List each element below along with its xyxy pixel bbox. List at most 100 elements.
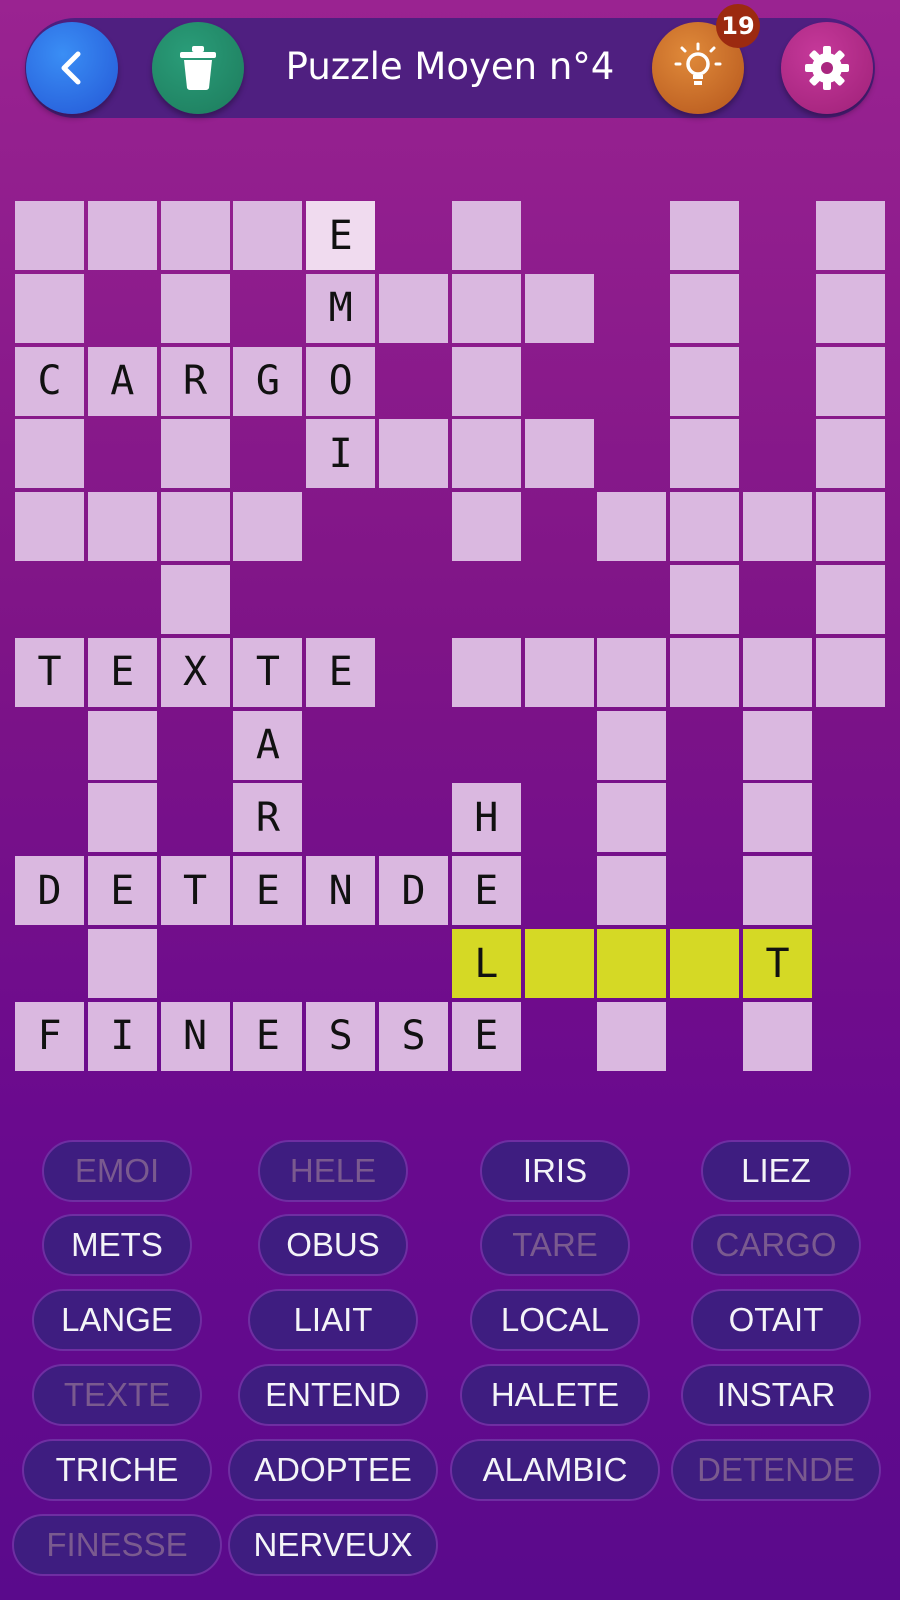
grid-cell[interactable] bbox=[233, 492, 303, 562]
grid-cell[interactable]: H bbox=[451, 783, 521, 853]
grid-cell[interactable] bbox=[597, 856, 667, 926]
grid-cell[interactable] bbox=[451, 637, 521, 707]
grid-cell[interactable] bbox=[815, 492, 885, 562]
grid-cell[interactable] bbox=[597, 1001, 667, 1071]
grid-cell[interactable] bbox=[379, 419, 448, 489]
grid-cell[interactable] bbox=[815, 637, 885, 707]
grid-cell[interactable] bbox=[743, 710, 812, 780]
grid-cell[interactable] bbox=[815, 419, 885, 489]
grid-cell[interactable] bbox=[670, 492, 740, 562]
grid-cell[interactable]: E bbox=[233, 1001, 303, 1071]
grid-cell[interactable]: E bbox=[87, 856, 157, 926]
grid-cell[interactable]: N bbox=[306, 856, 376, 926]
word-chip[interactable]: ADOPTEE bbox=[228, 1439, 438, 1501]
grid-cell[interactable]: O bbox=[306, 346, 376, 416]
grid-cell[interactable] bbox=[597, 637, 667, 707]
grid-cell[interactable]: T bbox=[15, 637, 84, 707]
grid-cell[interactable]: S bbox=[306, 1001, 376, 1071]
grid-cell[interactable] bbox=[451, 346, 521, 416]
grid-cell[interactable]: N bbox=[160, 1001, 230, 1071]
grid-cell[interactable]: M bbox=[306, 273, 376, 343]
word-chip[interactable]: DETENDE bbox=[671, 1439, 881, 1501]
grid-cell[interactable] bbox=[451, 492, 521, 562]
word-chip[interactable]: LANGE bbox=[32, 1289, 202, 1351]
grid-cell[interactable] bbox=[233, 201, 303, 270]
grid-cell[interactable] bbox=[15, 201, 84, 270]
grid-cell[interactable] bbox=[670, 346, 740, 416]
grid-cell[interactable]: E bbox=[87, 637, 157, 707]
grid-cell[interactable] bbox=[87, 492, 157, 562]
grid-cell[interactable]: C bbox=[15, 346, 84, 416]
grid-cell[interactable]: D bbox=[379, 856, 448, 926]
grid-cell[interactable]: G bbox=[233, 346, 303, 416]
grid-cell[interactable] bbox=[524, 419, 594, 489]
word-chip[interactable]: ALAMBIC bbox=[450, 1439, 660, 1501]
grid-cell[interactable] bbox=[15, 419, 84, 489]
grid-cell-selected[interactable]: E bbox=[306, 201, 376, 270]
grid-cell[interactable] bbox=[815, 273, 885, 343]
grid-cell[interactable]: R bbox=[233, 783, 303, 853]
word-chip[interactable]: LOCAL bbox=[470, 1289, 640, 1351]
word-chip[interactable]: OBUS bbox=[258, 1214, 408, 1276]
grid-cell[interactable] bbox=[160, 273, 230, 343]
grid-cell[interactable] bbox=[15, 492, 84, 562]
word-chip[interactable]: INSTAR bbox=[681, 1364, 871, 1426]
grid-cell[interactable]: I bbox=[87, 1001, 157, 1071]
grid-cell[interactable]: I bbox=[306, 419, 376, 489]
word-chip[interactable]: TRICHE bbox=[22, 1439, 212, 1501]
grid-cell[interactable] bbox=[160, 201, 230, 270]
grid-cell-highlighted[interactable] bbox=[597, 929, 667, 998]
grid-cell[interactable] bbox=[87, 929, 157, 998]
grid-cell[interactable] bbox=[670, 637, 740, 707]
grid-cell[interactable]: X bbox=[160, 637, 230, 707]
word-chip[interactable]: HELE bbox=[258, 1140, 408, 1202]
grid-cell[interactable] bbox=[743, 856, 812, 926]
word-chip[interactable]: FINESSE bbox=[12, 1514, 222, 1576]
grid-cell[interactable] bbox=[670, 201, 740, 270]
word-chip[interactable]: OTAIT bbox=[691, 1289, 861, 1351]
grid-cell[interactable] bbox=[743, 637, 812, 707]
grid-cell[interactable]: S bbox=[379, 1001, 448, 1071]
grid-cell[interactable] bbox=[87, 710, 157, 780]
word-chip[interactable]: EMOI bbox=[42, 1140, 192, 1202]
grid-cell[interactable]: E bbox=[233, 856, 303, 926]
word-chip[interactable]: LIEZ bbox=[701, 1140, 851, 1202]
grid-cell[interactable]: R bbox=[160, 346, 230, 416]
grid-cell[interactable] bbox=[524, 273, 594, 343]
grid-cell[interactable] bbox=[743, 783, 812, 853]
word-chip[interactable]: TARE bbox=[480, 1214, 630, 1276]
grid-cell[interactable] bbox=[379, 273, 448, 343]
grid-cell[interactable] bbox=[15, 273, 84, 343]
grid-cell[interactable]: T bbox=[160, 856, 230, 926]
grid-cell[interactable] bbox=[743, 1001, 812, 1071]
word-chip[interactable]: HALETE bbox=[460, 1364, 650, 1426]
grid-cell[interactable] bbox=[670, 565, 740, 634]
grid-cell[interactable] bbox=[815, 346, 885, 416]
word-chip[interactable]: ENTEND bbox=[238, 1364, 428, 1426]
grid-cell[interactable]: T bbox=[233, 637, 303, 707]
word-chip[interactable]: IRIS bbox=[480, 1140, 630, 1202]
grid-cell[interactable] bbox=[451, 273, 521, 343]
grid-cell-highlighted[interactable] bbox=[524, 929, 594, 998]
grid-cell[interactable] bbox=[743, 492, 812, 562]
grid-cell[interactable] bbox=[160, 419, 230, 489]
grid-cell-highlighted[interactable] bbox=[670, 929, 740, 998]
grid-cell[interactable] bbox=[87, 201, 157, 270]
grid-cell[interactable] bbox=[597, 710, 667, 780]
grid-cell-highlighted[interactable]: T bbox=[743, 929, 812, 998]
word-chip[interactable]: METS bbox=[42, 1214, 192, 1276]
word-chip[interactable]: LIAIT bbox=[248, 1289, 418, 1351]
grid-cell[interactable] bbox=[670, 273, 740, 343]
grid-cell[interactable] bbox=[597, 783, 667, 853]
grid-cell[interactable]: A bbox=[87, 346, 157, 416]
grid-cell[interactable]: F bbox=[15, 1001, 84, 1071]
grid-cell[interactable]: E bbox=[306, 637, 376, 707]
grid-cell[interactable] bbox=[160, 492, 230, 562]
word-chip[interactable]: TEXTE bbox=[32, 1364, 202, 1426]
grid-cell[interactable] bbox=[451, 419, 521, 489]
grid-cell[interactable] bbox=[815, 565, 885, 634]
grid-cell-highlighted[interactable]: L bbox=[451, 929, 521, 998]
grid-cell[interactable] bbox=[815, 201, 885, 270]
word-chip[interactable]: CARGO bbox=[691, 1214, 861, 1276]
grid-cell[interactable] bbox=[87, 783, 157, 853]
